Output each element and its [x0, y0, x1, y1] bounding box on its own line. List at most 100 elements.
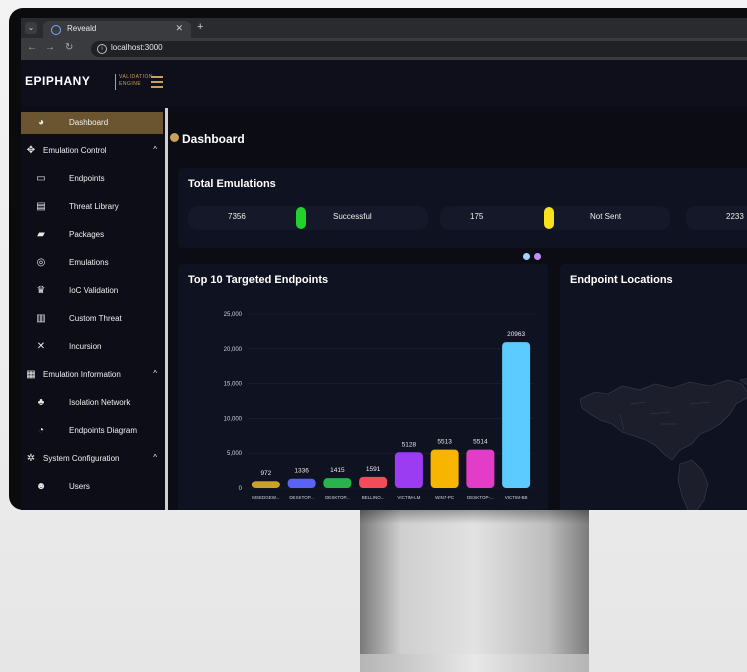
sidebar-item-users[interactable]: ☻ Users: [21, 476, 163, 498]
map-south-america: [677, 459, 709, 510]
window-menu-button[interactable]: ⌄: [25, 22, 37, 34]
list-icon: ▦: [26, 369, 36, 380]
top-endpoints-card: 0 5,000 10,000 15,000 20,000 25,000 972 MSEDGEW…: [178, 264, 548, 510]
logo-divider: [115, 74, 116, 90]
endpoint-locations-card: Endpoint Locations: [560, 264, 747, 510]
map-north-america: [579, 379, 747, 461]
bar[interactable]: [466, 449, 495, 488]
chevron-up-icon[interactable]: ^: [153, 369, 157, 378]
x-tick-label: DESKTOP...: [289, 495, 314, 500]
x-tick-label: DESKTOP...: [325, 495, 350, 500]
logo-subtitle-line-2: ENGINE: [119, 81, 142, 87]
sidebar-item-label: Dashboard: [69, 118, 109, 127]
users-icon: ☻: [35, 481, 47, 492]
monitor-bezel: ⌄ Reveald ✕ + ← → ↻ i localhost:3000 EPI…: [9, 8, 747, 510]
sidebar-item-custom-threat[interactable]: ▥ Custom Threat: [21, 308, 163, 330]
stat-not-sent: 175 Not Sent: [440, 206, 670, 230]
address-bar[interactable]: i localhost:3000: [91, 41, 747, 57]
stat-value: 2233: [726, 212, 744, 221]
chevron-up-icon[interactable]: ^: [153, 145, 157, 154]
legend-dot[interactable]: [534, 253, 541, 260]
sidebar: ◕ Dashboard ✥ Emulation Control ^ ▭ Endpoints ▤…: [21, 106, 168, 510]
folder-icon: ▰: [37, 229, 45, 240]
sidebar-item-ioc-validation[interactable]: ♛ IoC Validation: [21, 280, 163, 302]
x-tick-label: DESKTOP-...: [467, 495, 494, 500]
sidebar-item-packages[interactable]: ▰ Packages: [21, 224, 163, 246]
sidebar-item-label: Incursion: [69, 342, 102, 351]
total-emulations-card: Total Emulations 7356 Successful 175 Not…: [178, 168, 747, 248]
sidebar-item-system-configuration[interactable]: ✲ System Configuration ^: [21, 448, 163, 470]
stat-label: Not Sent: [590, 212, 622, 221]
sidebar-item-endpoints[interactable]: ▭ Endpoints: [21, 168, 163, 190]
sidebar-item-threat-library[interactable]: ▤ Threat Library: [21, 196, 163, 218]
bar-value-label: 1336: [294, 468, 309, 475]
sidebar-item-label: Custom Threat: [69, 314, 122, 323]
stat-value: 7356: [228, 212, 246, 221]
bar-value-label: 5128: [402, 441, 417, 448]
forward-icon[interactable]: →: [45, 42, 55, 53]
bar[interactable]: [251, 481, 280, 488]
bar[interactable]: [502, 342, 531, 488]
site-info-icon[interactable]: i: [97, 44, 107, 54]
shuffle-icon: ✕: [36, 341, 46, 352]
url-text: localhost:3000: [111, 43, 163, 52]
y-tick-label: 0: [239, 486, 243, 492]
file-icon: ▥: [36, 313, 46, 324]
bar-value-label: 1415: [330, 467, 345, 474]
sidebar-item-isolation-network[interactable]: ♣ Isolation Network: [21, 392, 163, 414]
bar-value-label: 972: [260, 470, 271, 477]
sidebar-item-incursion[interactable]: ✕ Incursion: [21, 336, 163, 358]
sidebar-item-label: System Configuration: [43, 454, 120, 463]
sidebar-item-label: Emulations: [69, 258, 109, 267]
sidebar-item-label: Users: [69, 482, 90, 491]
stat-value: 175: [470, 212, 484, 221]
bar[interactable]: [359, 476, 388, 488]
y-tick-label: 15,000: [224, 382, 243, 388]
sidebar-item-label: Emulation Control: [43, 146, 107, 155]
sidebar-item-label: Packages: [69, 230, 105, 239]
chevron-up-icon[interactable]: ^: [153, 453, 157, 462]
sidebar-item-endpoints-diagram[interactable]: ◔ Endpoints Diagram: [21, 420, 163, 442]
world-map[interactable]: [560, 264, 747, 510]
x-tick-label: VICTIM-LM: [397, 495, 420, 500]
network-icon: ♣: [37, 397, 45, 408]
bar-value-label: 20963: [507, 331, 525, 338]
browser-toolbar: ← → ↻ i localhost:3000: [21, 38, 747, 60]
sidebar-item-dashboard[interactable]: ◕ Dashboard: [21, 112, 163, 134]
bar-value-label: 5514: [473, 439, 488, 446]
laptop-icon: ▭: [36, 173, 46, 184]
back-icon[interactable]: ←: [27, 42, 37, 53]
new-tab-button[interactable]: +: [197, 21, 203, 33]
bar-value-label: 1591: [366, 466, 381, 473]
sidebar-item-emulation-information[interactable]: ▦ Emulation Information ^: [21, 364, 163, 386]
target-icon: ◎: [36, 257, 46, 268]
y-tick-label: 25,000: [224, 312, 243, 318]
move-icon: ✥: [26, 145, 36, 156]
reload-icon[interactable]: ↻: [65, 42, 73, 53]
app: EPIPHANY VALIDATION ENGINE ◕ Dashboard ✥ Em…: [21, 60, 747, 510]
legend-dot[interactable]: [523, 253, 530, 260]
bar[interactable]: [323, 478, 352, 488]
app-header: EPIPHANY VALIDATION ENGINE: [21, 60, 747, 106]
stat-label: Successful: [333, 212, 372, 221]
top-endpoints-title: Top 10 Targeted Endpoints: [188, 274, 329, 286]
bar[interactable]: [394, 452, 423, 488]
x-tick-label: VICTIM-BB: [505, 495, 528, 500]
x-tick-label: WIN7-PC: [435, 495, 455, 500]
screen: ⌄ Reveald ✕ + ← → ↻ i localhost:3000 EPI…: [21, 18, 747, 510]
status-pill-yellow: [544, 207, 554, 229]
bar[interactable]: [287, 478, 316, 488]
sidebar-item-emulations[interactable]: ◎ Emulations: [21, 252, 163, 274]
tab-title: Reveald: [67, 24, 97, 33]
bar[interactable]: [430, 449, 459, 488]
app-logo: EPIPHANY: [25, 74, 91, 88]
sidebar-item-emulation-control[interactable]: ✥ Emulation Control ^: [21, 140, 163, 162]
dashboard-title-icon: [170, 133, 179, 142]
bar-value-label: 5513: [437, 439, 452, 446]
sidebar-item-label: Emulation Information: [43, 370, 121, 379]
hamburger-menu-icon[interactable]: [151, 76, 163, 91]
x-tick-label: BELLINO...: [362, 495, 385, 500]
tab-close-icon[interactable]: ✕: [175, 23, 183, 34]
monitor-stand: [360, 508, 589, 654]
browser-tab[interactable]: Reveald ✕: [43, 21, 191, 38]
